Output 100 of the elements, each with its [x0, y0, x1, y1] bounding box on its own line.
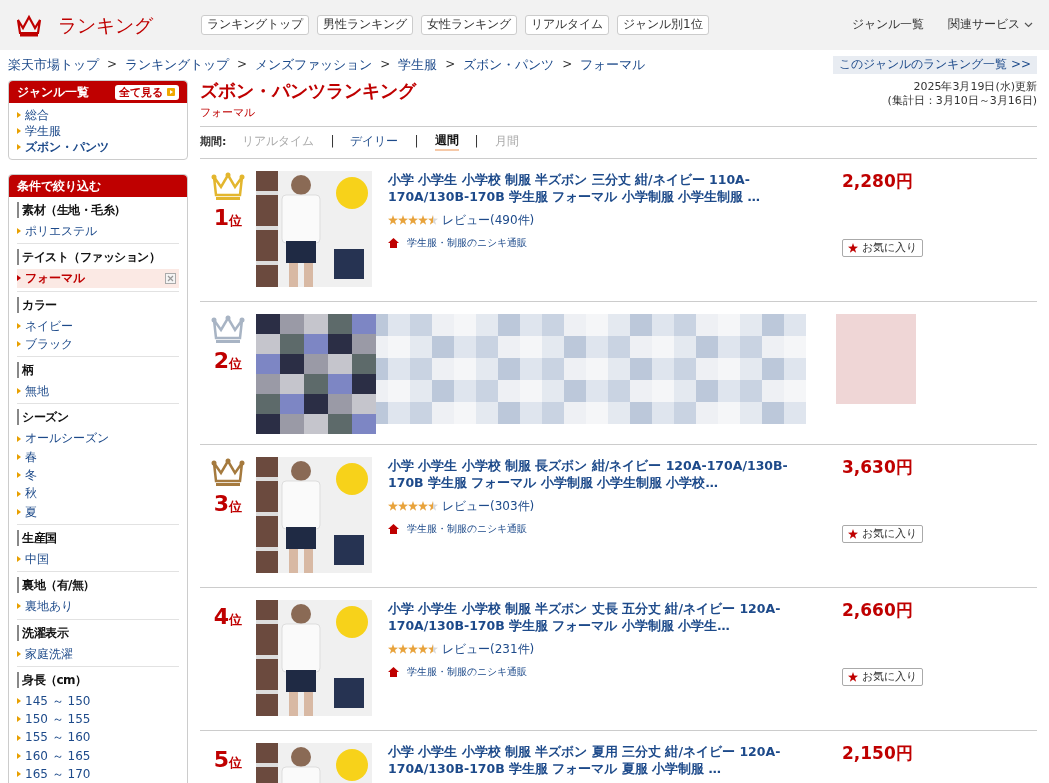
filter-option[interactable]: フォーマル [17, 269, 179, 288]
rank-number: 4位 [213, 603, 243, 631]
see-all-button[interactable]: 全て見る [115, 84, 179, 100]
panel-title: 条件で絞り込む [17, 179, 101, 193]
home-icon [388, 666, 399, 677]
period-note: (集計日：3月10日～3月16日) [887, 94, 1037, 108]
review-link[interactable]: レビュー(490件) [442, 212, 535, 229]
nav-button[interactable]: 男性ランキング [317, 15, 413, 35]
product-title[interactable]: 小学 小学生 小学校 制服 半ズボン 三分丈 紺/ネイビー 110A-170A/130B-170B 学生服 フォーマル 小学制服 小学生制服 … [388, 170, 818, 205]
bullet-icon [17, 144, 21, 150]
bullet-icon [17, 698, 21, 704]
filter-option[interactable]: 145 ～ 150 [17, 691, 179, 711]
filter-option[interactable]: 裏地あり [17, 597, 179, 616]
star-icon [848, 528, 858, 539]
period-separator: | [414, 134, 419, 150]
bullet-icon [17, 603, 21, 610]
shop-link[interactable]: 学生服・制服のニシキ通販 [407, 665, 527, 679]
period-link: 月間 [494, 134, 519, 150]
bullet-icon [17, 128, 21, 134]
period-link[interactable]: 週間 [434, 133, 459, 151]
shop-link[interactable]: 学生服・制服のニシキ通販 [407, 236, 527, 250]
bullet-icon [17, 388, 21, 395]
rank-number: 1位 [213, 204, 243, 232]
product-title[interactable]: 小学 小学生 小学校 制服 半ズボン 夏用 三分丈 紺/ネイビー 120A-170A/130B-170B 学生服 フォーマル 夏服 小学制服 … [388, 742, 818, 777]
filter-option[interactable]: 中国 [17, 549, 179, 569]
genre-link[interactable]: 学生服 [17, 123, 179, 139]
filter-option[interactable]: 家庭洗濯 [17, 644, 179, 663]
price: 3,630円 [842, 456, 914, 477]
nav-button[interactable]: 女性ランキング [421, 15, 517, 35]
filter-option[interactable]: 冬 [17, 466, 179, 485]
review-link[interactable]: レビュー(303件) [442, 498, 535, 515]
filter-heading: 裏地（有/無） [17, 577, 179, 594]
genre-link[interactable]: 総合 [17, 107, 179, 123]
filter-option[interactable]: 165 ～ 170 [17, 765, 179, 783]
filter-option[interactable]: 無地 [17, 382, 179, 401]
update-date: 2025年3月19日(水)更新 [912, 80, 1037, 94]
favorite-button[interactable]: お気に入り [842, 524, 923, 543]
price: 2,150円 [842, 742, 913, 763]
star-icon [848, 242, 858, 253]
bullet-icon [17, 490, 21, 497]
arrow-icon [167, 88, 175, 96]
period-separator: | [330, 134, 335, 150]
price: 2,660円 [842, 599, 914, 620]
product-title[interactable]: 小学 小学生 小学校 制服 半ズボン 丈長 五分丈 紺/ネイビー 120A-170A/130B-170B 学生服 フォーマル 小学制服 小学生… [388, 599, 818, 634]
bullet-icon [17, 112, 21, 118]
genre-link[interactable]: ズボン・パンツ [17, 139, 179, 155]
breadcrumb-link[interactable]: メンズファッション [255, 56, 373, 74]
bullet-icon [17, 716, 21, 723]
filter-option[interactable]: ブラック [17, 334, 179, 354]
filter-option[interactable]: オールシーズン [17, 429, 179, 448]
logo-text[interactable]: ランキング [58, 12, 153, 38]
breadcrumb-link[interactable]: フォーマル [580, 56, 646, 74]
filter-heading: シーズン [17, 409, 179, 426]
product-title[interactable]: 小学 小学生 小学校 制服 長ズボン 紺/ネイビー 120A-170A/130B-170B 学生服 フォーマル 小学制服 小学生制服 小学校… [388, 456, 818, 491]
review-link[interactable]: レビュー(231件) [442, 641, 535, 658]
filter-option[interactable]: 155 ～ 160 [17, 728, 179, 747]
rank-number: 2位 [213, 347, 243, 375]
breadcrumb-link[interactable]: ズボン・パンツ [463, 56, 555, 74]
filter-heading: 洗濯表示 [17, 624, 179, 641]
filter-heading: 柄 [17, 362, 179, 379]
nav-button[interactable]: ランキングトップ [201, 15, 309, 35]
filter-option[interactable]: 160 ～ 165 [17, 746, 179, 766]
breadcrumb-separator: > [562, 57, 573, 73]
genre-ranking-link[interactable]: このジャンルのランキング一覧 >> [833, 56, 1037, 74]
period-label: 期間: [200, 134, 227, 149]
filter-heading: テイスト（ファッション） [17, 249, 179, 266]
bullet-icon [17, 752, 21, 759]
filter-option[interactable]: 夏 [17, 502, 179, 521]
bullet-icon [17, 556, 21, 563]
bullet-icon [17, 734, 21, 741]
price: 2,280円 [842, 170, 914, 191]
bullet-icon [17, 472, 21, 479]
filter-option[interactable]: ポリエステル [17, 222, 179, 241]
home-icon [388, 237, 399, 248]
filter-heading: 生産国 [17, 529, 179, 546]
nav-button[interactable]: ジャンル別1位 [617, 15, 709, 35]
filter-option[interactable]: ネイビー [17, 316, 179, 335]
favorite-button[interactable]: お気に入り [842, 238, 923, 257]
star-icon [848, 671, 858, 682]
bullet-icon [17, 771, 21, 778]
favorite-button[interactable]: お気に入り [842, 667, 923, 686]
filter-option[interactable]: 春 [17, 447, 179, 467]
filter-option[interactable]: 150 ～ 155 [17, 710, 179, 729]
bullet-icon [17, 322, 21, 329]
filter-heading: 素材（生地・毛糸） [17, 202, 179, 218]
filter-option[interactable]: 秋 [17, 484, 179, 503]
bullet-icon [17, 341, 21, 348]
breadcrumb-link[interactable]: ランキングトップ [125, 56, 230, 74]
filter-heading: 身長（cm） [17, 671, 179, 688]
breadcrumb-separator: > [445, 57, 456, 73]
panel-title: ジャンル一覧 [17, 84, 89, 101]
shop-link[interactable]: 学生服・制服のニシキ通販 [407, 522, 527, 536]
breadcrumb-link[interactable]: 学生服 [398, 56, 438, 74]
breadcrumb-link[interactable]: 楽天市場トップ [8, 56, 99, 74]
nav-button[interactable]: リアルタイム [525, 15, 609, 35]
header-link[interactable]: 関連サービス [948, 17, 1033, 33]
bullet-icon [17, 228, 21, 235]
remove-icon[interactable] [165, 272, 176, 284]
period-link[interactable]: デイリー [350, 134, 399, 150]
header-link[interactable]: ジャンル一覧 [852, 17, 924, 33]
